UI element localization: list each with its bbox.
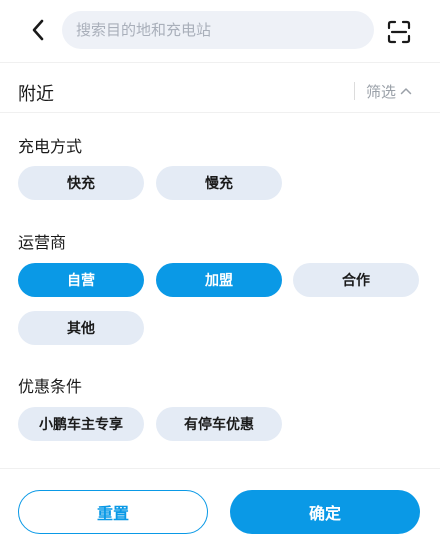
chip-other[interactable]: 其他	[18, 311, 144, 345]
search-box[interactable]	[62, 11, 374, 49]
chip-franchise[interactable]: 加盟	[156, 263, 282, 297]
section-title-charge-type: 充电方式	[18, 137, 83, 156]
chip-partner[interactable]: 合作	[293, 263, 419, 297]
search-input[interactable]	[76, 21, 374, 39]
chevron-up-icon	[400, 88, 412, 95]
section-title-operator: 运营商	[18, 233, 67, 252]
filter-toggle[interactable]: 筛选	[366, 80, 412, 102]
header-divider	[0, 62, 440, 63]
chip-slow-charge[interactable]: 慢充	[156, 166, 282, 200]
back-button[interactable]	[26, 18, 50, 42]
footer-divider	[0, 468, 440, 469]
scan-icon	[387, 20, 411, 44]
filter-separator	[354, 82, 355, 100]
scan-button[interactable]	[386, 19, 412, 45]
chip-self-operated[interactable]: 自营	[18, 263, 144, 297]
chevron-left-icon	[32, 19, 44, 41]
nearby-divider	[0, 112, 440, 113]
nearby-label: 附近	[18, 84, 54, 105]
chip-owner-exclusive[interactable]: 小鹏车主专享	[18, 407, 144, 441]
top-bar	[0, 0, 440, 62]
chip-parking-discount[interactable]: 有停车优惠	[156, 407, 282, 441]
filter-label: 筛选	[366, 82, 397, 101]
reset-button[interactable]: 重置	[18, 490, 208, 534]
confirm-button[interactable]: 确定	[230, 490, 420, 534]
chip-fast-charge[interactable]: 快充	[18, 166, 144, 200]
section-title-discount: 优惠条件	[18, 377, 83, 396]
